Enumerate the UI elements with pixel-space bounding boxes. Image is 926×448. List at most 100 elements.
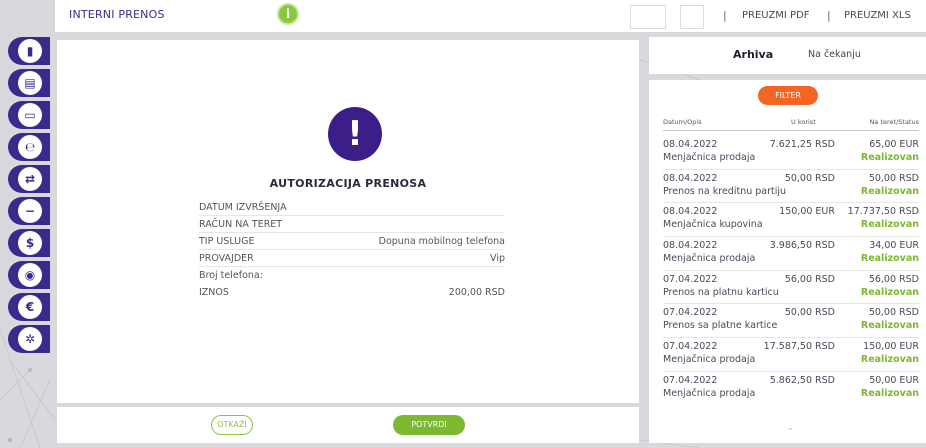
transaction-date: 07.04.2022 — [663, 307, 718, 319]
archive-tabs: Arhiva Na čekanju — [649, 37, 926, 74]
page-title: INTERNI PRENOS — [69, 8, 165, 21]
payments-icon: ℮ — [18, 135, 42, 159]
list-header: Datum/Opis U korist Na teret/Status — [663, 118, 919, 130]
minus-icon: − — [18, 199, 42, 223]
euro-icon: € — [18, 295, 42, 319]
transaction-row[interactable]: 08.04.2022 50,00 RSD 50,00 RSD Prenos na… — [663, 170, 919, 204]
detail-label: PROVAJDER — [199, 252, 254, 264]
transaction-debit: 34,00 EUR — [869, 240, 919, 252]
card-icon: ▭ — [18, 103, 42, 127]
transaction-row[interactable]: 07.04.2022 5.862,50 RSD 50,00 EUR Menjač… — [663, 372, 919, 406]
column-header-credit: U korist — [791, 118, 816, 126]
separator: | — [723, 9, 727, 22]
action-bar: OTKAŽI POTVRDI — [57, 407, 639, 443]
detail-value: Dopuna mobilnog telefona — [378, 235, 505, 247]
transaction-date: 07.04.2022 — [663, 341, 718, 353]
sidebar-item-payments[interactable]: ℮ — [8, 133, 50, 161]
transaction-status: Realizovan — [860, 286, 919, 298]
top-bar: INTERNI PRENOS i | PREUZMI PDF | PREUZMI… — [55, 0, 926, 32]
sidebar-item-settings[interactable]: ✲ — [8, 325, 50, 353]
download-pdf-link[interactable]: PREUZMI PDF — [742, 10, 810, 21]
tab-pending[interactable]: Na čekanju — [808, 49, 861, 60]
dollar-icon: $ — [18, 231, 42, 255]
accounts-icon: ▤ — [18, 71, 42, 95]
detail-value: Vip — [490, 252, 505, 264]
transaction-status: Realizovan — [860, 219, 919, 231]
transaction-date: 07.04.2022 — [663, 374, 718, 386]
transaction-row[interactable]: 08.04.2022 3.986,50 RSD 34,00 EUR Menjač… — [663, 237, 919, 271]
transaction-date: 08.04.2022 — [663, 206, 718, 218]
separator: | — [827, 9, 831, 22]
sidebar-item-exchange[interactable]: € — [8, 293, 50, 321]
detail-row: RAČUN NA TERET — [199, 216, 505, 233]
transaction-row[interactable]: 07.04.2022 50,00 RSD 50,00 RSD Prenos sa… — [663, 304, 919, 339]
cancel-button[interactable]: OTKAŽI — [211, 415, 253, 435]
detail-row: PROVAJDER Vip — [199, 250, 505, 267]
transaction-date: 08.04.2022 — [663, 240, 718, 252]
transaction-status: Realizovan — [860, 354, 919, 366]
chevron-down-icon[interactable]: ⌄ — [787, 423, 794, 432]
transaction-debit: 50,00 RSD — [868, 307, 919, 319]
location-icon: ◉ — [18, 263, 42, 287]
sidebar-item-location[interactable]: ◉ — [8, 261, 50, 289]
transaction-description: Menjačnica prodaja — [663, 253, 756, 265]
download-xls-link[interactable]: PREUZMI XLS — [844, 10, 911, 21]
sidebar-item-cards[interactable]: ▭ — [8, 101, 50, 129]
detail-label: RAČUN NA TERET — [199, 218, 283, 230]
settings-icon: ✲ — [18, 327, 42, 351]
transaction-status: Realizovan — [860, 185, 919, 197]
confirm-button[interactable]: POTVRDI — [393, 415, 465, 435]
transaction-date: 08.04.2022 — [663, 139, 718, 150]
transaction-debit: 17.737,50 RSD — [847, 206, 919, 218]
transaction-debit: 65,00 EUR — [869, 139, 919, 150]
sidebar-item-minus[interactable]: − — [8, 197, 50, 225]
detail-label: Broj telefona: — [199, 270, 263, 281]
transaction-credit: 50,00 RSD — [784, 307, 835, 319]
transaction-row[interactable]: 07.04.2022 17.587,50 RSD 150,00 EUR Menj… — [663, 338, 919, 372]
transaction-debit: 50,00 RSD — [868, 172, 919, 184]
filter-button[interactable]: FILTER — [758, 86, 818, 105]
transaction-date: 07.04.2022 — [663, 273, 718, 285]
transaction-debit: 150,00 EUR — [863, 341, 919, 353]
transaction-row[interactable]: 08.04.2022 7.621,25 RSD 65,00 EUR Menjač… — [663, 136, 919, 170]
transaction-row[interactable]: 08.04.2022 150,00 EUR 17.737,50 RSD Menj… — [663, 203, 919, 238]
transaction-status: Realizovan — [860, 152, 919, 163]
column-header-debit: Na teret/Status — [869, 118, 919, 126]
transaction-credit: 3.986,50 RSD — [769, 240, 835, 252]
transaction-credit: 150,00 EUR — [779, 206, 835, 218]
sidebar-item-accounts[interactable]: ▤ — [8, 69, 50, 97]
transaction-description: Menjačnica kupovina — [663, 219, 763, 231]
detail-row: TIP USLUGE Dopuna mobilnog telefona — [199, 233, 505, 250]
transaction-description: Prenos na kreditnu partiju — [663, 185, 787, 197]
transaction-status: Realizovan — [860, 320, 919, 332]
archive-list-panel: FILTER Datum/Opis U korist Na teret/Stat… — [649, 80, 926, 443]
sidebar-item-dollar[interactable]: $ — [8, 229, 50, 257]
tab-archive[interactable]: Arhiva — [733, 48, 773, 61]
transaction-description: Menjačnica prodaja — [663, 152, 756, 163]
header-divider — [663, 130, 919, 131]
transaction-date: 08.04.2022 — [663, 172, 718, 184]
detail-label: DATUM IZVRŠENJA — [199, 201, 287, 213]
toolbar-box[interactable] — [630, 5, 666, 29]
transaction-status: Realizovan — [860, 253, 919, 265]
transaction-credit: 5.862,50 RSD — [769, 374, 835, 386]
transaction-description: Menjačnica prodaja — [663, 354, 756, 366]
transaction-debit: 50,00 EUR — [869, 374, 919, 386]
transaction-debit: 56,00 RSD — [868, 273, 919, 285]
transaction-description: Prenos sa platne kartice — [663, 320, 778, 332]
detail-label: IZNOS — [199, 287, 229, 298]
exclamation-icon: ! — [328, 107, 382, 161]
transaction-row[interactable]: 07.04.2022 56,00 RSD 56,00 RSD Prenos na… — [663, 271, 919, 305]
transaction-credit: 50,00 RSD — [784, 172, 835, 184]
transaction-list: 08.04.2022 7.621,25 RSD 65,00 EUR Menjač… — [663, 136, 919, 406]
sidebar-item-dashboard[interactable]: ▮ — [8, 37, 50, 65]
dashboard-icon: ▮ — [18, 39, 42, 63]
authorization-details: DATUM IZVRŠENJA RAČUN NA TERET TIP USLUG… — [199, 199, 505, 301]
detail-row: Broj telefona: — [199, 267, 505, 284]
authorization-panel: ! AUTORIZACIJA PRENOSA DATUM IZVRŠENJA R… — [57, 40, 639, 403]
authorization-title: AUTORIZACIJA PRENOSA — [269, 177, 427, 190]
sidebar-item-transfer[interactable]: ⇄ — [8, 165, 50, 193]
transaction-description: Menjačnica prodaja — [663, 387, 756, 399]
toolbar-box[interactable] — [680, 5, 704, 29]
info-icon[interactable]: i — [277, 3, 299, 25]
